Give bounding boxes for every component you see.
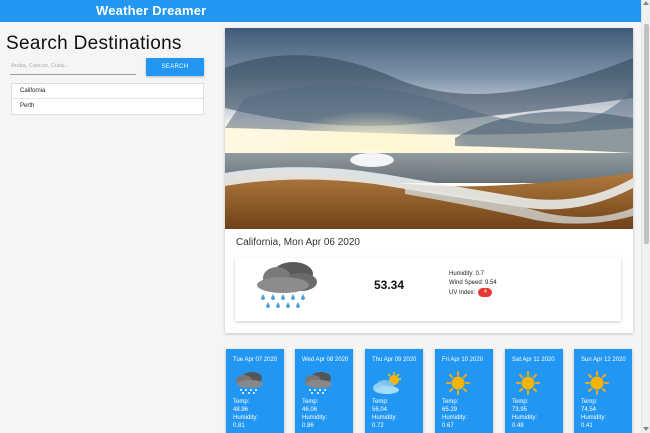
forecast-date: Sat Apr 11 2020 bbox=[512, 357, 555, 363]
forecast-card: Tue Apr 07 2020 Temp: 48.96 Humidity: 0.… bbox=[226, 349, 284, 433]
forecast-temp: 74.54 bbox=[581, 407, 597, 413]
forecast-temp-label: Temp: bbox=[372, 399, 389, 405]
forecast-humidity-label: Humidity: bbox=[233, 415, 259, 421]
forecast-card: Wed Apr 08 2020 Temp: 46.06 Humidity: 0.… bbox=[295, 349, 353, 433]
navbar: Weather Dreamer bbox=[0, 0, 641, 22]
scroll-up-arrow-icon[interactable] bbox=[643, 1, 649, 5]
rain-cloud-icon bbox=[249, 260, 321, 314]
uv-index-label: UV Index: bbox=[449, 290, 476, 297]
wind-speed-text: Wind Speed: 9.54 bbox=[449, 280, 497, 286]
sun-icon bbox=[512, 371, 544, 395]
forecast-humidity-label: Humidity: bbox=[372, 415, 398, 421]
forecast-date: Wed Apr 08 2020 bbox=[302, 357, 349, 363]
forecast-humidity-label: Humidity: bbox=[302, 415, 328, 421]
destination-card: California, Mon Apr 06 2020 53.34 Humidi… bbox=[225, 28, 633, 333]
forecast-temp-label: Temp: bbox=[512, 399, 529, 405]
history-item-california[interactable]: California bbox=[12, 84, 203, 99]
current-weather-panel: 53.34 Humidity: 0.7 Wind Speed: 9.54 UV … bbox=[235, 258, 621, 321]
current-temperature: 53.34 bbox=[374, 278, 405, 292]
city-date-heading: California, Mon Apr 06 2020 bbox=[236, 237, 360, 248]
forecast-temp: 46.06 bbox=[302, 407, 318, 413]
forecast-date: Thu Apr 09 2020 bbox=[372, 357, 417, 363]
forecast-humidity: 0.67 bbox=[442, 423, 454, 429]
current-details: Humidity: 0.7 Wind Speed: 9.54 UV Index:… bbox=[449, 270, 497, 298]
uv-index-badge: 4 bbox=[478, 288, 493, 297]
page-scrollbar[interactable] bbox=[641, 0, 650, 433]
forecast-humidity: 0.81 bbox=[233, 423, 245, 429]
search-title: Search Destinations bbox=[6, 33, 182, 54]
forecast-card: Sat Apr 11 2020 Temp: 73.95 Humidity: 0.… bbox=[505, 349, 563, 433]
forecast-humidity: 0.72 bbox=[372, 423, 384, 429]
forecast-date: Tue Apr 07 2020 bbox=[233, 357, 278, 363]
forecast-temp: 56.04 bbox=[372, 407, 388, 413]
search-history-list: California Perth bbox=[11, 83, 204, 115]
forecast-date: Fri Apr 10 2020 bbox=[442, 357, 484, 363]
forecast-temp-label: Temp: bbox=[233, 399, 250, 405]
partly-cloudy-icon bbox=[372, 371, 404, 395]
forecast-humidity: 0.41 bbox=[581, 423, 593, 429]
forecast-humidity: 0.48 bbox=[512, 423, 524, 429]
snow-cloud-icon bbox=[302, 371, 334, 395]
uv-index-row: UV Index: 4 bbox=[449, 288, 497, 298]
forecast-humidity-label: Humidity: bbox=[581, 415, 607, 421]
forecast-humidity: 0.86 bbox=[302, 423, 314, 429]
forecast-temp-label: Temp: bbox=[302, 399, 319, 405]
destination-hero-image bbox=[225, 28, 633, 229]
forecast-card: Fri Apr 10 2020 Temp: 65.29 Humidity: 0.… bbox=[435, 349, 493, 433]
search-input[interactable] bbox=[10, 58, 136, 75]
forecast-card: Thu Apr 09 2020 Temp: 56.04 Humidity: 0.… bbox=[365, 349, 423, 433]
forecast-humidity-label: Humidity: bbox=[512, 415, 538, 421]
forecast-date: Sun Apr 12 2020 bbox=[581, 357, 626, 363]
search-button[interactable]: SEARCH bbox=[146, 58, 204, 76]
forecast-temp-label: Temp: bbox=[442, 399, 459, 405]
forecast-card: Sun Apr 12 2020 Temp: 74.54 Humidity: 0.… bbox=[574, 349, 632, 433]
forecast-temp: 48.96 bbox=[233, 407, 249, 413]
forecast-temp-label: Temp: bbox=[581, 399, 598, 405]
forecast-humidity-label: Humidity: bbox=[442, 415, 468, 421]
scroll-down-arrow-icon[interactable] bbox=[643, 427, 649, 431]
forecast-temp: 73.95 bbox=[512, 407, 528, 413]
sun-icon bbox=[442, 371, 474, 395]
app-title[interactable]: Weather Dreamer bbox=[96, 3, 206, 18]
scrollbar-thumb[interactable] bbox=[644, 24, 649, 244]
history-item-perth[interactable]: Perth bbox=[12, 99, 203, 114]
sun-icon bbox=[581, 371, 613, 395]
humidity-text: Humidity: 0.7 bbox=[449, 271, 485, 277]
snow-cloud-icon bbox=[233, 371, 265, 395]
forecast-temp: 65.29 bbox=[442, 407, 458, 413]
